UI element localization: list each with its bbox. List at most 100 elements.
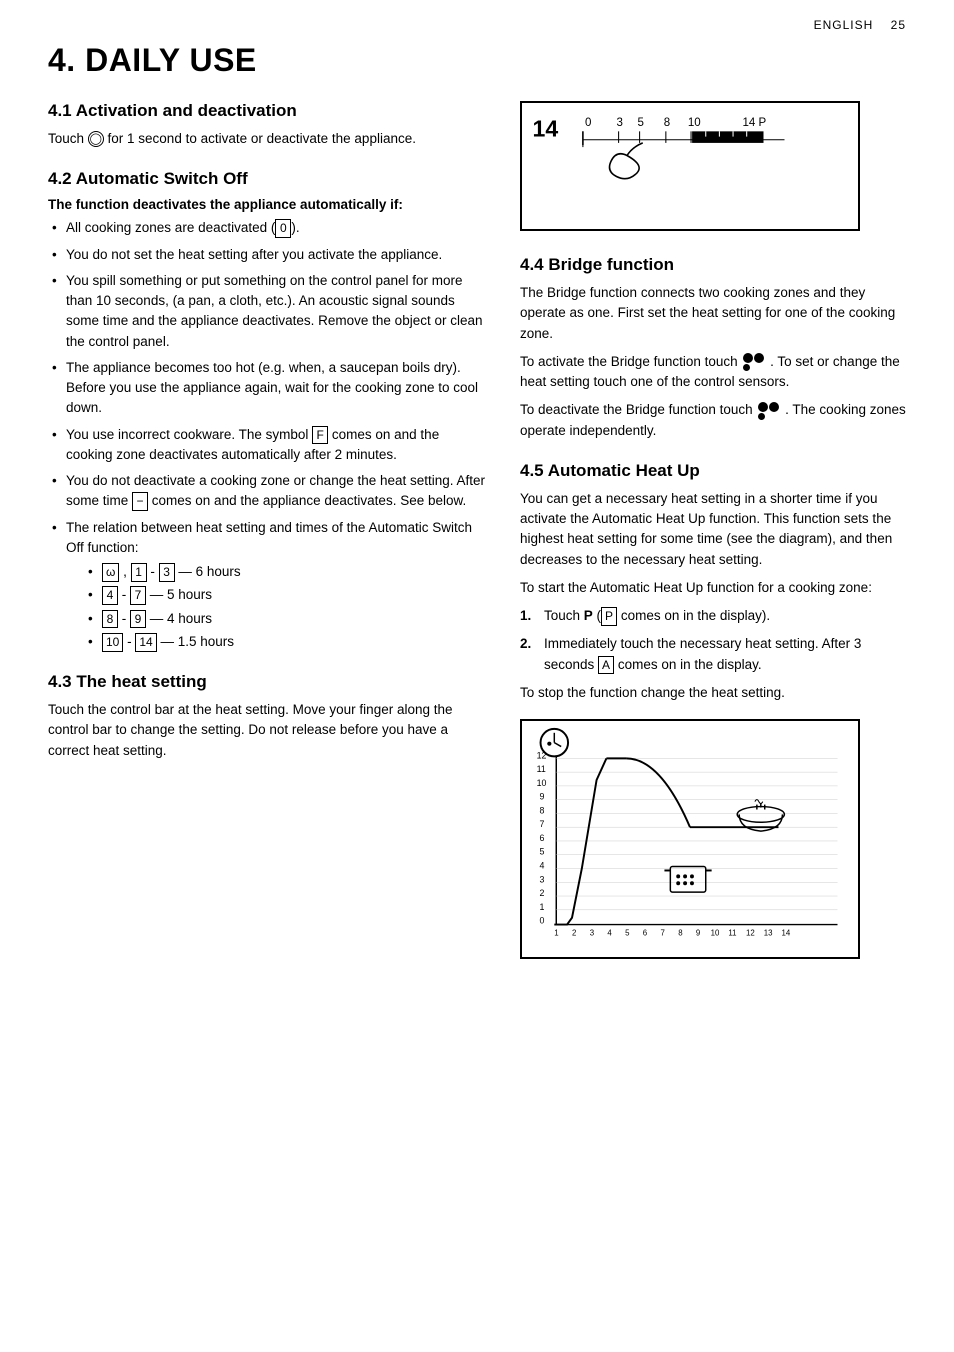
sub-list-item: 10 - 14 — 1.5 hours xyxy=(84,632,488,652)
bridge-deactivate-icon xyxy=(758,402,779,420)
svg-text:14 P: 14 P xyxy=(743,117,767,129)
heat-bar-diagram: 14 0 3 5 8 10 14 P xyxy=(522,103,858,229)
svg-text:6: 6 xyxy=(540,833,545,843)
svg-text:5: 5 xyxy=(625,928,630,937)
section-4-4-para2: To activate the Bridge function touch . … xyxy=(520,352,906,393)
list-item: You do not set the heat setting after yo… xyxy=(48,245,488,265)
section-4-3-body: Touch the control bar at the heat settin… xyxy=(48,700,488,761)
chart-rise-line xyxy=(554,758,606,924)
section-4-2-list: All cooking zones are deactivated (0). Y… xyxy=(48,218,488,652)
svg-text:5: 5 xyxy=(638,117,644,129)
svg-text:0: 0 xyxy=(585,117,591,129)
section-4-2-title: 4.2 Automatic Switch Off xyxy=(48,169,488,189)
svg-text:12: 12 xyxy=(537,750,547,760)
bottom-chart: ● 12 11 10 9 8 7 6 5 4 3 2 1 0 xyxy=(520,719,860,959)
sub-list-item: 4 - 7 — 5 hours xyxy=(84,585,488,605)
section-4-2: 4.2 Automatic Switch Off The function de… xyxy=(48,169,488,652)
svg-text:8: 8 xyxy=(678,928,683,937)
section-4-1-body: Touch ◯ for 1 second to activate or de­a… xyxy=(48,129,488,149)
sub-list-item: 8 - 9 — 4 hours xyxy=(84,609,488,629)
f-symbol: F xyxy=(312,426,328,445)
svg-text:7: 7 xyxy=(661,928,665,937)
section-4-4-para1: The Bridge function connects two cooking… xyxy=(520,283,906,344)
section-4-5-para3: To stop the function change the heat set… xyxy=(520,683,906,703)
a-box: A xyxy=(598,656,614,675)
section-4-4-para3: To deactivate the Bridge function touch … xyxy=(520,400,906,441)
section-4-4: 4.4 Bridge function The Bridge function … xyxy=(520,255,906,441)
svg-text:2: 2 xyxy=(540,888,545,898)
seven-box: 7 xyxy=(130,586,146,605)
ten-box: 10 xyxy=(102,633,123,652)
page-header: ENGLISH 25 xyxy=(814,18,906,32)
page-number: 25 xyxy=(891,18,906,32)
list-item: All cooking zones are deactivated (0). xyxy=(48,218,488,238)
section-4-3: 4.3 The heat setting Touch the control b… xyxy=(48,672,488,761)
section-4-3-title: 4.3 The heat setting xyxy=(48,672,488,692)
sub-list: ω , 1 - 3 — 6 hours 4 - 7 — 5 hours 8 - … xyxy=(84,562,488,652)
svg-text:11: 11 xyxy=(537,764,546,774)
svg-text:9: 9 xyxy=(540,792,545,802)
svg-text:2: 2 xyxy=(572,928,576,937)
section-4-4-title: 4.4 Bridge function xyxy=(520,255,906,275)
list-item: You use incorrect cookware. The symbol F… xyxy=(48,425,488,466)
heat-chart-svg: ● 12 11 10 9 8 7 6 5 4 3 2 1 0 xyxy=(522,721,858,957)
fourteen-box: 14 xyxy=(135,633,156,652)
svg-text:7: 7 xyxy=(540,819,545,829)
svg-text:3: 3 xyxy=(617,117,623,129)
eight-box: 8 xyxy=(102,610,118,629)
bridge-activate-icon xyxy=(743,353,764,371)
minus-symbol: − xyxy=(132,492,148,511)
nine-box: 9 xyxy=(130,610,146,629)
right-column: 14 0 3 5 8 10 14 P xyxy=(520,101,906,979)
svg-text:9: 9 xyxy=(696,928,700,937)
omega-box: ω xyxy=(102,563,119,582)
step-2: 2. Immediately touch the necessary heat … xyxy=(520,634,906,675)
svg-text:14: 14 xyxy=(781,928,790,937)
steps-list: 1. Touch P (P comes on in the display). … xyxy=(520,606,906,675)
list-item: The appliance becomes too hot (e.g. when… xyxy=(48,358,488,419)
list-item: The relation between heat setting and ti… xyxy=(48,518,488,653)
section-4-5: 4.5 Automatic Heat Up You can get a nece… xyxy=(520,461,906,959)
chart-descent-line xyxy=(626,758,690,827)
svg-text:0: 0 xyxy=(540,916,545,926)
svg-text:13: 13 xyxy=(764,928,773,937)
page: ENGLISH 25 4. DAILY USE 4.1 Activation a… xyxy=(0,0,954,1352)
svg-text:12: 12 xyxy=(746,928,755,937)
svg-text:5: 5 xyxy=(540,847,545,857)
list-item: You do not deactivate a cooking zone or … xyxy=(48,471,488,512)
section-4-5-title: 4.5 Automatic Heat Up xyxy=(520,461,906,481)
svg-text:1: 1 xyxy=(540,902,545,912)
top-diagram: 14 0 3 5 8 10 14 P xyxy=(520,101,860,231)
svg-text:8: 8 xyxy=(664,117,670,129)
svg-text:10: 10 xyxy=(688,117,701,129)
svg-text:10: 10 xyxy=(711,928,720,937)
section-4-2-note: The function deactivates the appliance a… xyxy=(48,197,488,212)
step-1: 1. Touch P (P comes on in the display). xyxy=(520,606,906,626)
language-label: ENGLISH xyxy=(814,18,874,32)
one-box: 1 xyxy=(131,563,147,582)
chapter-title: 4. DAILY USE xyxy=(48,42,906,79)
section-4-5-para1: You can get a necessary heat setting in … xyxy=(520,489,906,570)
three-box: 3 xyxy=(159,563,175,582)
left-column: 4.1 Activation and deactivation Touch ◯ … xyxy=(48,101,488,979)
list-item: You spill something or put something on … xyxy=(48,271,488,352)
four-box: 4 xyxy=(102,586,118,605)
svg-text:14: 14 xyxy=(533,116,559,142)
svg-text:4: 4 xyxy=(540,861,545,871)
svg-text:1: 1 xyxy=(554,928,558,937)
p-box: P xyxy=(601,607,617,626)
svg-text:11: 11 xyxy=(728,928,736,937)
svg-text:6: 6 xyxy=(643,928,648,937)
zero-icon: 0 xyxy=(275,219,291,238)
sub-list-item: ω , 1 - 3 — 6 hours xyxy=(84,562,488,582)
svg-text:10: 10 xyxy=(537,778,547,788)
power-icon: ◯ xyxy=(88,131,104,147)
section-4-1-title: 4.1 Activation and deactivation xyxy=(48,101,488,121)
svg-text:4: 4 xyxy=(607,928,612,937)
svg-text:3: 3 xyxy=(590,928,595,937)
svg-text:3: 3 xyxy=(540,874,545,884)
section-4-1: 4.1 Activation and deactivation Touch ◯ … xyxy=(48,101,488,149)
svg-text:●: ● xyxy=(546,739,552,750)
svg-text:8: 8 xyxy=(540,805,545,815)
section-4-5-para2: To start the Automatic Heat Up function … xyxy=(520,578,906,598)
